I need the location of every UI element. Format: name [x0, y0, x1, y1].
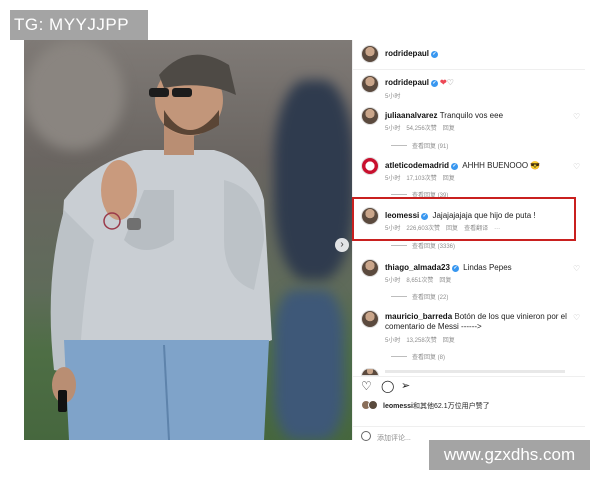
comment-time: 5小时: [385, 338, 401, 344]
comment-time: 5小时: [385, 176, 401, 182]
comment-time: 5小时: [385, 126, 401, 132]
comment-author[interactable]: mauricio_barreda: [385, 312, 452, 321]
divider: [353, 69, 585, 70]
comment-text: Lindas Pepes: [463, 263, 512, 272]
reply-button[interactable]: 回复: [439, 278, 451, 284]
caption-author[interactable]: rodridepaul: [385, 78, 429, 87]
avatar[interactable]: [361, 75, 379, 93]
avatar[interactable]: [361, 310, 379, 328]
reply-button[interactable]: 回复: [443, 126, 455, 132]
comment-likes[interactable]: 17,103次赞: [406, 176, 436, 182]
comment-line: thiago_almada23 ✓ Lindas Pepes: [385, 263, 512, 272]
comment-likes[interactable]: 8,651次赞: [406, 278, 433, 284]
comment-text: Tranquilo vos eee: [439, 111, 504, 120]
comment-author[interactable]: thiago_almada23: [385, 263, 450, 272]
comment-text: AHHH BUENOOO 😎: [462, 161, 541, 170]
heart-icon[interactable]: ♡: [361, 379, 372, 393]
heart-icon[interactable]: ♡: [573, 264, 580, 273]
avatar[interactable]: [361, 157, 379, 175]
divider: [353, 376, 585, 377]
view-replies-button[interactable]: 查看回复 (22): [391, 292, 448, 301]
avatar: [361, 368, 379, 376]
comment-meta: 5小时 8,651次赞 回复: [385, 275, 457, 284]
comment-time: 5小时: [385, 278, 401, 284]
add-comment-input[interactable]: 添加评论...: [377, 433, 411, 443]
verified-badge-icon: ✓: [451, 163, 459, 170]
screenshot-canvas: › rodridepaul ✓ rodridepaul ✓ ❤♡ 5小时 juliaa…: [0, 0, 600, 480]
comment-author[interactable]: juliaanalvarez: [385, 111, 437, 120]
heart-outline-icon: ♡: [446, 78, 454, 87]
heart-red-icon: ❤: [440, 78, 447, 87]
clipped-comment: [385, 370, 565, 373]
avatar[interactable]: [361, 45, 379, 63]
post-author-name[interactable]: rodridepaul: [385, 49, 429, 58]
divider: [353, 426, 585, 427]
man-figure: [50, 54, 272, 440]
comment-meta: 5小时 17,103次赞 回复: [385, 173, 461, 182]
heart-icon[interactable]: ♡: [573, 162, 580, 171]
comment-author[interactable]: atleticodemadrid: [385, 161, 449, 170]
watermark-top: TG: MYYJJPP: [10, 10, 148, 40]
share-icon[interactable]: ➢: [401, 379, 410, 392]
post-author[interactable]: rodridepaul ✓: [385, 49, 440, 58]
comment-meta: 5小时 13,258次赞 回复: [385, 335, 461, 344]
verified-badge-icon: ✓: [431, 51, 439, 58]
heart-icon[interactable]: ♡: [573, 112, 580, 121]
avatar[interactable]: [361, 259, 379, 277]
chevron-right-icon[interactable]: ›: [335, 238, 349, 252]
highlight-box: [352, 197, 576, 241]
comment-icon[interactable]: ◯: [381, 379, 394, 393]
verified-badge-icon: ✓: [431, 80, 439, 87]
view-replies-button[interactable]: 查看回复 (3336): [391, 241, 455, 250]
avatar: [368, 400, 378, 410]
avatar[interactable]: [361, 107, 379, 125]
comment-meta: 5小时 54,256次赞 回复: [385, 123, 461, 132]
view-replies-button[interactable]: 查看回复 (8): [391, 352, 445, 361]
reply-button[interactable]: 回复: [443, 176, 455, 182]
verified-badge-icon: ✓: [451, 265, 459, 272]
reply-button[interactable]: 回复: [443, 338, 455, 344]
comment-line: juliaanalvarez Tranquilo vos eee: [385, 111, 503, 120]
comment-line: mauricio_barreda Botón de los que vinier…: [385, 312, 575, 332]
comment-likes[interactable]: 54,256次赞: [406, 126, 436, 132]
emoji-icon[interactable]: [361, 431, 371, 441]
comment-likes[interactable]: 13,258次赞: [406, 338, 436, 344]
caption-line: rodridepaul ✓ ❤♡: [385, 78, 454, 87]
view-replies-button[interactable]: 查看回复 (91): [391, 141, 448, 150]
post-photo[interactable]: ›: [24, 40, 352, 440]
heart-icon[interactable]: ♡: [573, 313, 580, 322]
comment-line: atleticodemadrid ✓ AHHH BUENOOO 😎: [385, 161, 540, 170]
likes-summary[interactable]: leomessi和其他62.1万位用户赞了: [383, 401, 490, 411]
caption-time: 5小时: [385, 94, 401, 100]
watermark-bottom: www.gzxdhs.com: [429, 440, 590, 470]
